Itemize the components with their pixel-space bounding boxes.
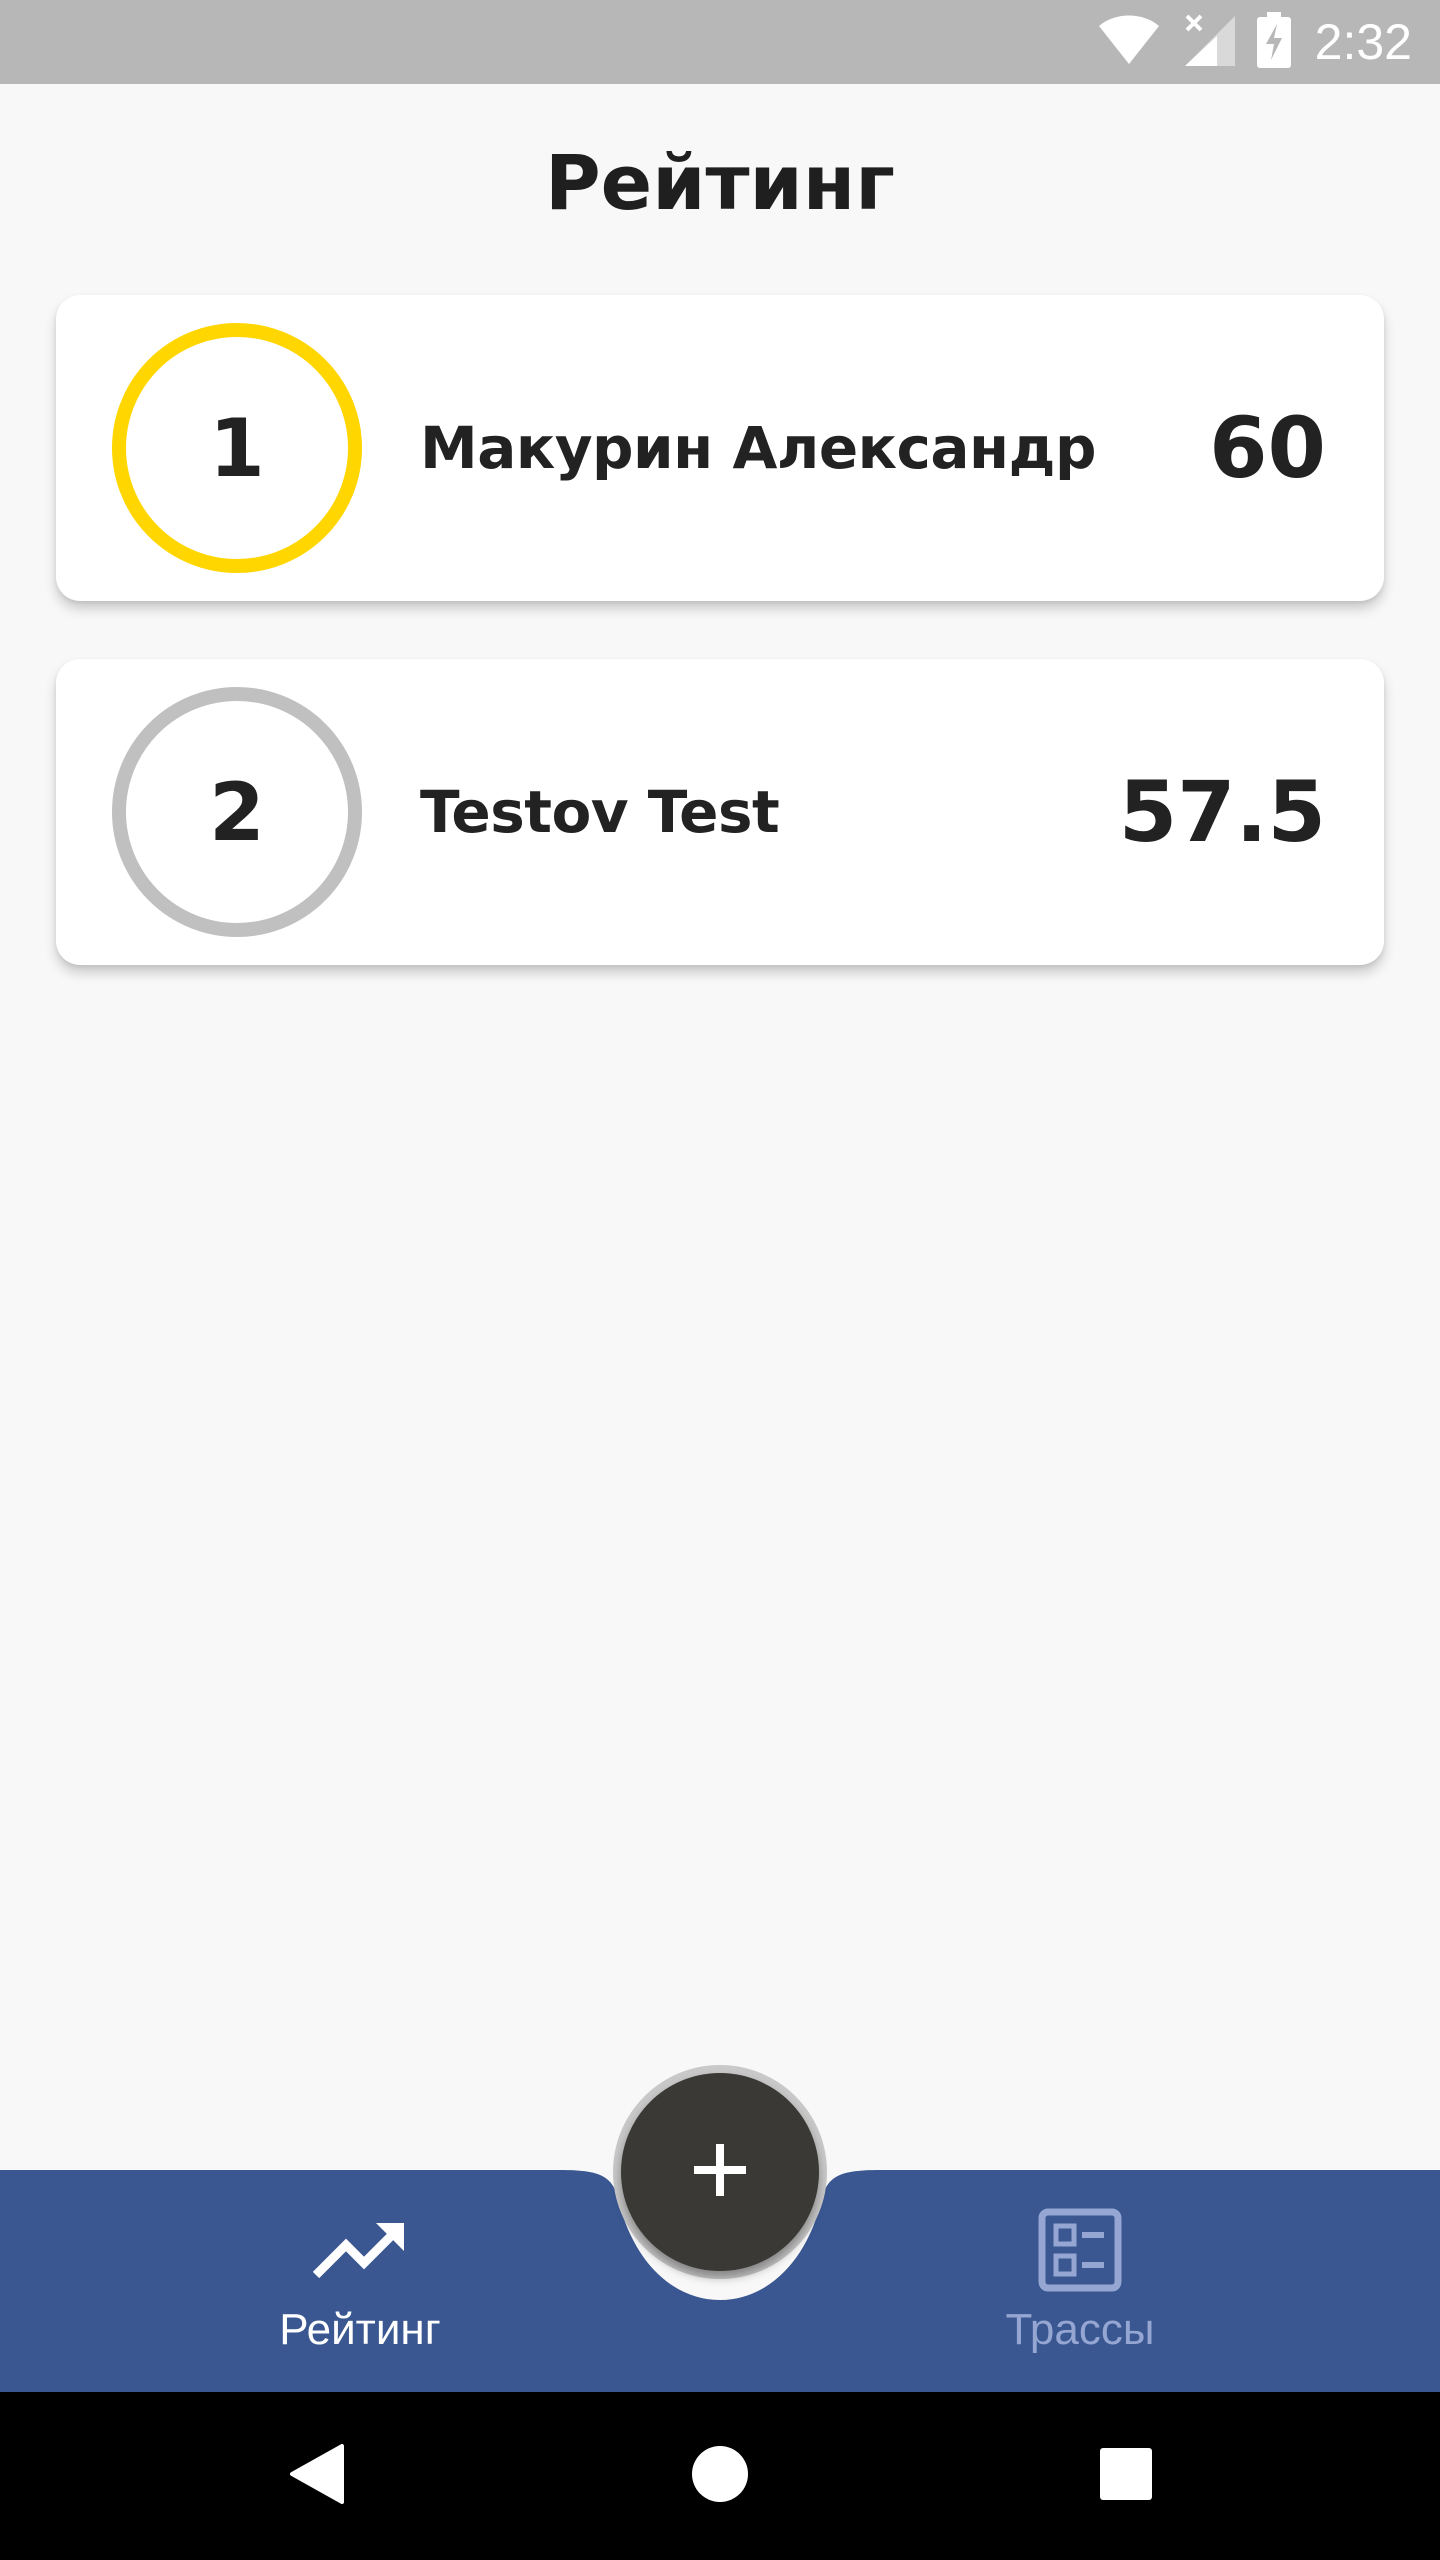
rank-number: 2: [209, 765, 265, 859]
system-navigation-bar: [0, 2392, 1440, 2560]
recents-icon: [1098, 2446, 1154, 2506]
trending-up-icon: [312, 2207, 408, 2293]
add-button[interactable]: [621, 2073, 819, 2271]
rank-badge: 1: [112, 323, 362, 573]
player-name: Testov Test: [420, 778, 780, 846]
home-button[interactable]: [678, 2434, 762, 2518]
player-name: Макурин Александр: [420, 414, 1096, 482]
nav-item-label: Рейтинг: [279, 2305, 441, 2354]
wifi-icon: [1097, 14, 1161, 70]
status-icons: 2:32: [1097, 0, 1412, 84]
back-button[interactable]: [274, 2434, 358, 2518]
player-score: 60: [1209, 399, 1326, 497]
status-time: 2:32: [1314, 14, 1412, 70]
leaderboard-row[interactable]: 2 Testov Test 57.5: [56, 659, 1384, 965]
plus-icon: [692, 2142, 748, 2202]
battery-charging-icon: [1256, 12, 1291, 72]
list-icon: [1038, 2207, 1122, 2293]
rank-number: 1: [209, 401, 265, 495]
back-icon: [286, 2442, 346, 2510]
player-score: 57.5: [1118, 763, 1326, 861]
home-icon: [690, 2444, 750, 2508]
signal-icon: [1181, 12, 1237, 72]
leaderboard-row[interactable]: 1 Макурин Александр 60: [56, 295, 1384, 601]
nav-item-routes[interactable]: Трассы: [860, 2170, 1300, 2392]
rank-badge: 2: [112, 687, 362, 937]
nav-item-rating[interactable]: Рейтинг: [140, 2170, 580, 2392]
nav-item-label: Трассы: [1005, 2305, 1155, 2354]
page-title: Рейтинг: [544, 138, 895, 227]
status-bar: 2:32: [0, 0, 1440, 84]
recents-button[interactable]: [1084, 2434, 1168, 2518]
